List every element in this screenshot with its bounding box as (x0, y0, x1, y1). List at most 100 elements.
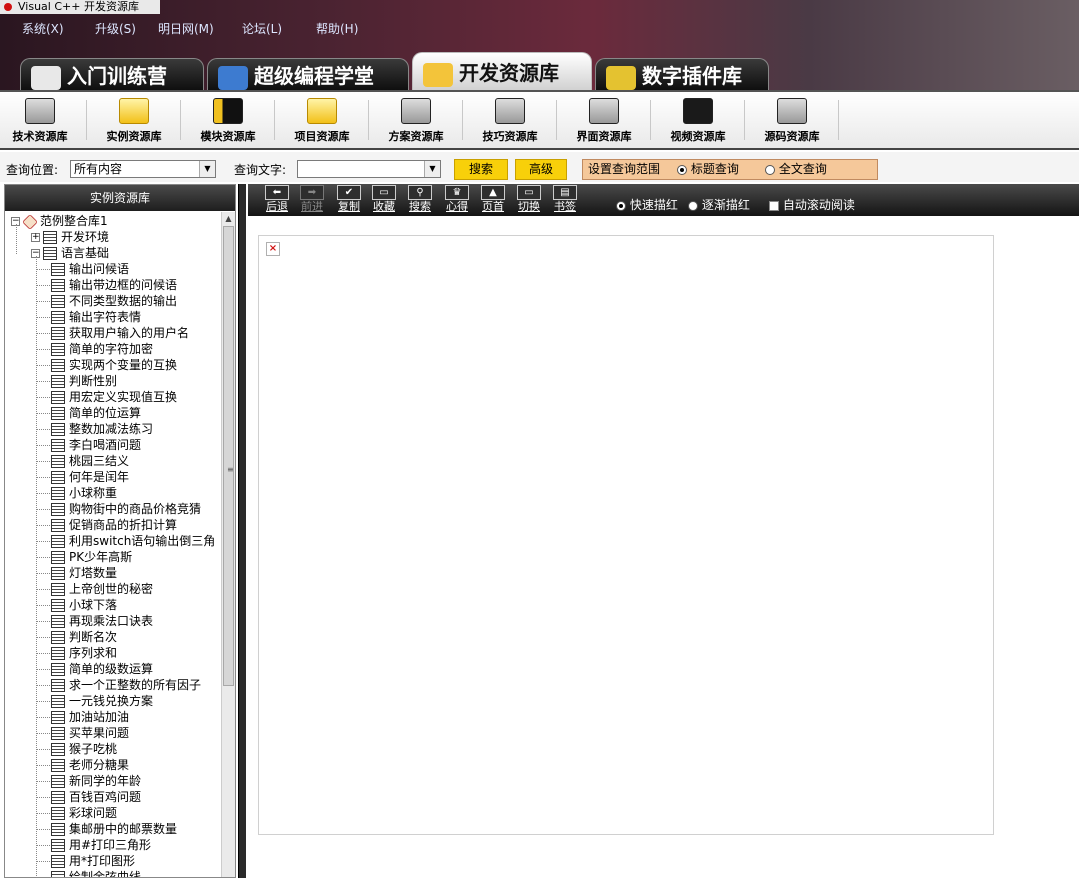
tree-item[interactable]: 输出字符表情 (51, 309, 141, 325)
scope-title-radio[interactable]: 标题查询 (677, 160, 739, 179)
tree-item[interactable]: 简单的字符加密 (51, 341, 153, 357)
lib-modules[interactable]: 模块资源库 (185, 98, 271, 144)
tree-connector (36, 637, 50, 638)
tree-item[interactable]: 简单的位运算 (51, 405, 141, 421)
tree-item[interactable]: 判断名次 (51, 629, 117, 645)
tab-beginner-camp[interactable]: 入门训练营 (20, 58, 204, 92)
menu-mingri[interactable]: 明日网(M) (158, 20, 214, 37)
tree-item[interactable]: 整数加减法练习 (51, 421, 153, 437)
document-icon (51, 455, 65, 468)
document-icon (51, 599, 65, 612)
tab-dev-resources[interactable]: 开发资源库 (412, 52, 592, 92)
highlight-quick-radio[interactable]: 快速描红 (616, 196, 678, 213)
nav-button-3[interactable]: ✔ 复制 (334, 185, 364, 214)
tab-programming-school[interactable]: 超级编程学堂 (207, 58, 409, 92)
tree-item[interactable]: 输出带边框的问候语 (51, 277, 177, 293)
location-select[interactable]: 所有内容 ▼ (70, 160, 216, 178)
document-icon (51, 663, 65, 676)
tree-item[interactable]: 判断性别 (51, 373, 117, 389)
tree-connector (36, 557, 50, 558)
lib-label: 方案资源库 (388, 130, 444, 143)
tree-item-label: 一元钱兑换方案 (69, 694, 154, 708)
tree-item[interactable]: 加油站加油 (51, 709, 129, 725)
tree-item-label: 整数加减法练习 (69, 422, 154, 436)
tree-connector (36, 781, 50, 782)
scrollbar-thumb[interactable]: ≡ (223, 226, 234, 686)
lib-tech[interactable]: 技术资源库 (0, 98, 83, 144)
tree-item[interactable]: 小球下落 (51, 597, 117, 613)
tab-label: 入门训练营 (67, 64, 167, 88)
tree-folder[interactable]: − 语言基础 (31, 245, 109, 261)
scope-fulltext-radio[interactable]: 全文查询 (765, 160, 827, 179)
tree-scrollbar[interactable]: ▲ ≡ (221, 212, 235, 877)
tree-item[interactable]: 桃园三结义 (51, 453, 129, 469)
nav-button-8[interactable]: ▭ 切换 (514, 185, 544, 214)
nav-button-4[interactable]: ▭ 收藏 (369, 185, 399, 214)
tree-item[interactable]: 集邮册中的邮票数量 (51, 821, 177, 837)
tree-item[interactable]: 小球称重 (51, 485, 117, 501)
tree-item[interactable]: PK少年高斯 (51, 549, 132, 565)
auto-scroll-checkbox[interactable]: 自动滚动阅读 (769, 196, 855, 213)
tree-item[interactable]: 不同类型数据的输出 (51, 293, 177, 309)
menu-help[interactable]: 帮助(H) (316, 20, 358, 37)
tab-digital-plugins[interactable]: 数字插件库 (595, 58, 769, 92)
menu-upgrade[interactable]: 升级(S) (95, 20, 136, 37)
lib-tips[interactable]: 技巧资源库 (467, 98, 553, 144)
tree-item[interactable]: 何年是闰年 (51, 469, 129, 485)
tree-item[interactable]: 简单的级数运算 (51, 661, 153, 677)
nav-button-7[interactable]: ▲ 页首 (478, 185, 508, 214)
tree-folder[interactable]: + 开发环境 (31, 229, 109, 245)
tree-item[interactable]: 实现两个变量的互换 (51, 357, 177, 373)
lib-source[interactable]: 源码资源库 (749, 98, 835, 144)
scroll-up-arrow-icon[interactable]: ▲ (222, 212, 235, 226)
nav-button-5[interactable]: ⚲ 搜索 (405, 185, 435, 214)
tree-item[interactable]: 求一个正整数的所有因子 (51, 677, 201, 693)
tree-item[interactable]: 用*打印图形 (51, 853, 135, 869)
tree-item[interactable]: 再现乘法口诀表 (51, 613, 153, 629)
library-toolbar: 技术资源库 实例资源库 模块资源库 项目资源库 方案资源库 技巧资源库 界面资源… (0, 90, 1079, 150)
lib-solutions[interactable]: 方案资源库 (373, 98, 459, 144)
tree-item[interactable]: 百钱百鸡问题 (51, 789, 141, 805)
advanced-button[interactable]: 高级 (515, 159, 567, 180)
tree-item[interactable]: 促销商品的折扣计算 (51, 517, 177, 533)
lib-video[interactable]: 视频资源库 (655, 98, 741, 144)
tree-item[interactable]: 购物街中的商品价格竞猜 (51, 501, 201, 517)
tree-item[interactable]: 灯塔数量 (51, 565, 117, 581)
expand-icon[interactable]: + (31, 233, 40, 242)
tree-item[interactable]: 获取用户输入的用户名 (51, 325, 189, 341)
app-icon (4, 3, 12, 11)
search-button[interactable]: 搜索 (454, 159, 508, 180)
tree-item[interactable]: 李白喝酒问题 (51, 437, 141, 453)
tree-node-label: 范例整合库1 (40, 214, 108, 228)
folder-doc-icon (43, 247, 57, 260)
highlight-step-radio[interactable]: 逐渐描红 (688, 196, 750, 213)
lib-examples[interactable]: 实例资源库 (91, 98, 177, 144)
tree-connector (36, 573, 50, 574)
panel-splitter[interactable] (238, 184, 246, 878)
nav-button-9[interactable]: ▤ 书签 (550, 185, 580, 214)
tree-item[interactable]: 猴子吃桃 (51, 741, 117, 757)
search-text-input[interactable]: ▼ (297, 160, 441, 178)
tree-item[interactable]: 输出问候语 (51, 261, 129, 277)
tree-item[interactable]: 买苹果问题 (51, 725, 129, 741)
document-icon (51, 311, 65, 324)
nav-button-6[interactable]: ♛ 心得 (442, 185, 472, 214)
tree-item[interactable]: 用#打印三角形 (51, 837, 151, 853)
nav-button-2[interactable]: ➡ 前进 (297, 185, 327, 214)
tree-node-root[interactable]: − 范例整合库1 (11, 213, 108, 230)
tree-item[interactable]: 彩球问题 (51, 805, 117, 821)
tree-item[interactable]: 一元钱兑换方案 (51, 693, 153, 709)
tree-item[interactable]: 绘制余弦曲线 (51, 869, 141, 877)
lib-interface[interactable]: 界面资源库 (561, 98, 647, 144)
tree-item[interactable]: 老师分糖果 (51, 757, 129, 773)
nav-button-1[interactable]: ⬅ 后退 (262, 185, 292, 214)
tree-item[interactable]: 用宏定义实现值互换 (51, 389, 177, 405)
tree-item[interactable]: 利用switch语句输出倒三角 (51, 533, 215, 549)
menu-forum[interactable]: 论坛(L) (242, 20, 282, 37)
tree-item[interactable]: 上帝创世的秘密 (51, 581, 153, 597)
lib-projects[interactable]: 项目资源库 (279, 98, 365, 144)
tree-item[interactable]: 序列求和 (51, 645, 117, 661)
tree-item[interactable]: 新同学的年龄 (51, 773, 141, 789)
title-bar: Visual C++ 开发资源库 (0, 0, 160, 14)
menu-system[interactable]: 系统(X) (22, 20, 64, 37)
